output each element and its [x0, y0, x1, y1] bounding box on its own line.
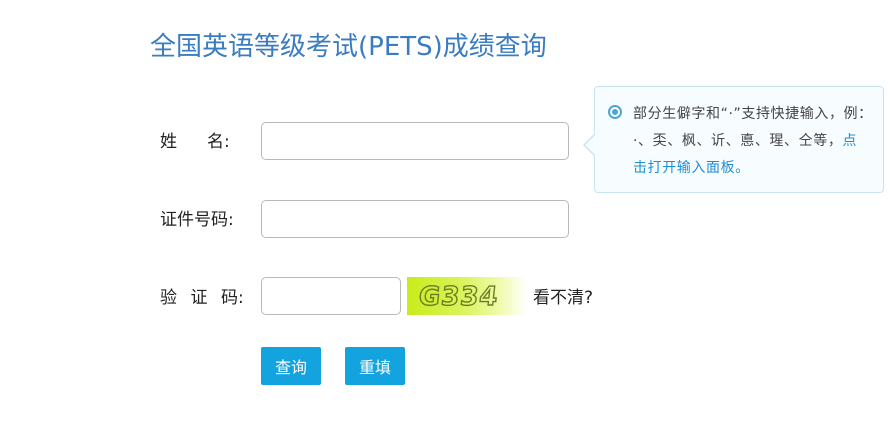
name-label-colon: :	[224, 132, 230, 152]
name-label-char-2: 名	[207, 132, 224, 152]
page-title: 全国英语等级考试(PETS)成绩查询	[150, 32, 547, 62]
refresh-captcha-link[interactable]: 看不清?	[533, 286, 593, 310]
query-button[interactable]: 查询	[261, 347, 321, 385]
captcha-image-graphic: G334	[417, 281, 501, 312]
captcha-input[interactable]	[261, 277, 401, 315]
name-label-char-1: 姓	[160, 132, 177, 152]
reset-button[interactable]: 重填	[345, 347, 405, 385]
tooltip-arrow-fill	[585, 134, 596, 156]
id-number-label: 证件号码:	[160, 210, 234, 230]
tooltip-message: 部分生僻字和“·”支持快捷输入，例：·、奀、枫、䜣、悳、瑆、仝等，	[633, 106, 866, 149]
captcha-image[interactable]: G334	[407, 277, 527, 315]
captcha-label: 验 证 码 :	[160, 286, 246, 310]
radio-info-icon	[608, 105, 622, 119]
id-number-input[interactable]	[261, 200, 569, 238]
captcha-image-text: G334	[417, 282, 500, 312]
tooltip-text: 部分生僻字和“·”支持快捷输入，例：·、奀、枫、䜣、悳、瑆、仝等，点击打开输入面…	[633, 101, 869, 182]
captcha-label-colon: :	[238, 288, 244, 308]
input-hint-tooltip: 部分生僻字和“·”支持快捷输入，例：·、奀、枫、䜣、悳、瑆、仝等，点击打开输入面…	[583, 86, 884, 193]
captcha-label-char-3: 码	[221, 288, 238, 308]
name-label: 姓 名 :	[160, 130, 246, 154]
name-input[interactable]	[261, 122, 569, 160]
captcha-label-char-1: 验	[160, 288, 177, 308]
captcha-label-char-2: 证	[190, 288, 208, 308]
